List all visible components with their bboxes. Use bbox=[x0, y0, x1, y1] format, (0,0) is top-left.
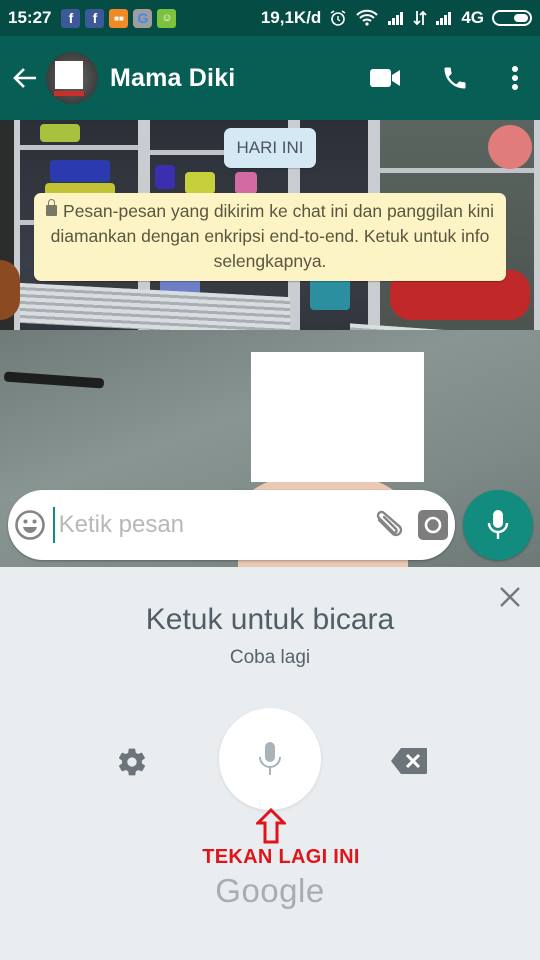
signal-icon bbox=[435, 11, 453, 25]
network-speed: 19,1K/d bbox=[260, 8, 322, 27]
app-bar-actions bbox=[350, 36, 540, 120]
camera-icon bbox=[417, 510, 448, 540]
more-vert-icon bbox=[512, 66, 518, 90]
voice-title: Ketuk untuk bicara bbox=[145, 603, 395, 636]
network-type: 4G bbox=[461, 8, 484, 27]
gear-icon bbox=[118, 748, 146, 776]
voice-input-panel: Ketuk untuk bicara Coba lagi TEKAN LAGI … bbox=[0, 567, 540, 960]
facebook-icon: f bbox=[85, 8, 105, 28]
data-arrows-icon bbox=[413, 10, 427, 26]
attach-button[interactable] bbox=[369, 490, 411, 560]
annotation-text: TEKAN LAGI INI bbox=[202, 846, 360, 868]
emoji-button[interactable] bbox=[8, 490, 53, 560]
video-call-button[interactable] bbox=[350, 36, 420, 120]
voice-call-button[interactable] bbox=[420, 36, 490, 120]
record-voice-button[interactable] bbox=[463, 490, 533, 560]
paperclip-icon bbox=[376, 510, 402, 537]
camera-button[interactable] bbox=[410, 490, 455, 560]
chat-app-bar: Mama Diki bbox=[0, 36, 540, 120]
arrow-left-icon bbox=[13, 68, 36, 88]
wifi-icon bbox=[355, 9, 379, 27]
backspace-button[interactable] bbox=[388, 743, 430, 779]
voice-settings-button[interactable] bbox=[112, 742, 152, 782]
wallpaper-bowl bbox=[488, 125, 532, 169]
encryption-notice-text: Pesan-pesan yang dikirim ke chat ini dan… bbox=[50, 201, 494, 271]
back-button[interactable] bbox=[4, 36, 46, 120]
status-time: 15:27 bbox=[8, 8, 52, 27]
facebook-icon: f bbox=[61, 8, 81, 28]
google-icon: G bbox=[133, 8, 153, 28]
arrow-up-icon bbox=[256, 808, 286, 844]
encryption-notice[interactable]: Pesan-pesan yang dikirim ke chat ini dan… bbox=[34, 193, 506, 281]
contact-avatar[interactable] bbox=[46, 52, 98, 104]
avatar-censor bbox=[55, 61, 83, 89]
alarm-icon bbox=[329, 9, 347, 27]
signal-icon bbox=[387, 11, 405, 25]
google-logo: Google bbox=[215, 872, 325, 909]
chat-app-icon: ■■ bbox=[109, 8, 129, 28]
retry-link[interactable]: Coba lagi bbox=[0, 647, 540, 669]
contact-name[interactable]: Mama Diki bbox=[110, 64, 235, 93]
mic-icon bbox=[259, 742, 281, 775]
censor-box bbox=[251, 352, 424, 482]
tap-to-speak-button[interactable] bbox=[219, 708, 321, 810]
message-composer bbox=[8, 490, 455, 560]
lock-icon bbox=[46, 199, 58, 216]
message-input[interactable] bbox=[52, 507, 369, 543]
avatar-detail bbox=[54, 91, 84, 96]
backspace-icon bbox=[391, 748, 427, 774]
more-options-button[interactable] bbox=[490, 36, 540, 120]
date-chip: HARI INI bbox=[224, 128, 316, 168]
battery-icon bbox=[492, 10, 532, 26]
emoji-icon bbox=[15, 510, 46, 540]
status-right: 19,1K/d 4G bbox=[261, 8, 532, 28]
video-call-icon bbox=[370, 69, 400, 87]
status-bar: 15:27 f f ■■ G ☺ 19,1K/d 4G bbox=[0, 0, 540, 36]
android-icon: ☺ bbox=[157, 8, 177, 28]
phone-icon bbox=[444, 67, 466, 89]
mic-icon bbox=[487, 510, 509, 539]
